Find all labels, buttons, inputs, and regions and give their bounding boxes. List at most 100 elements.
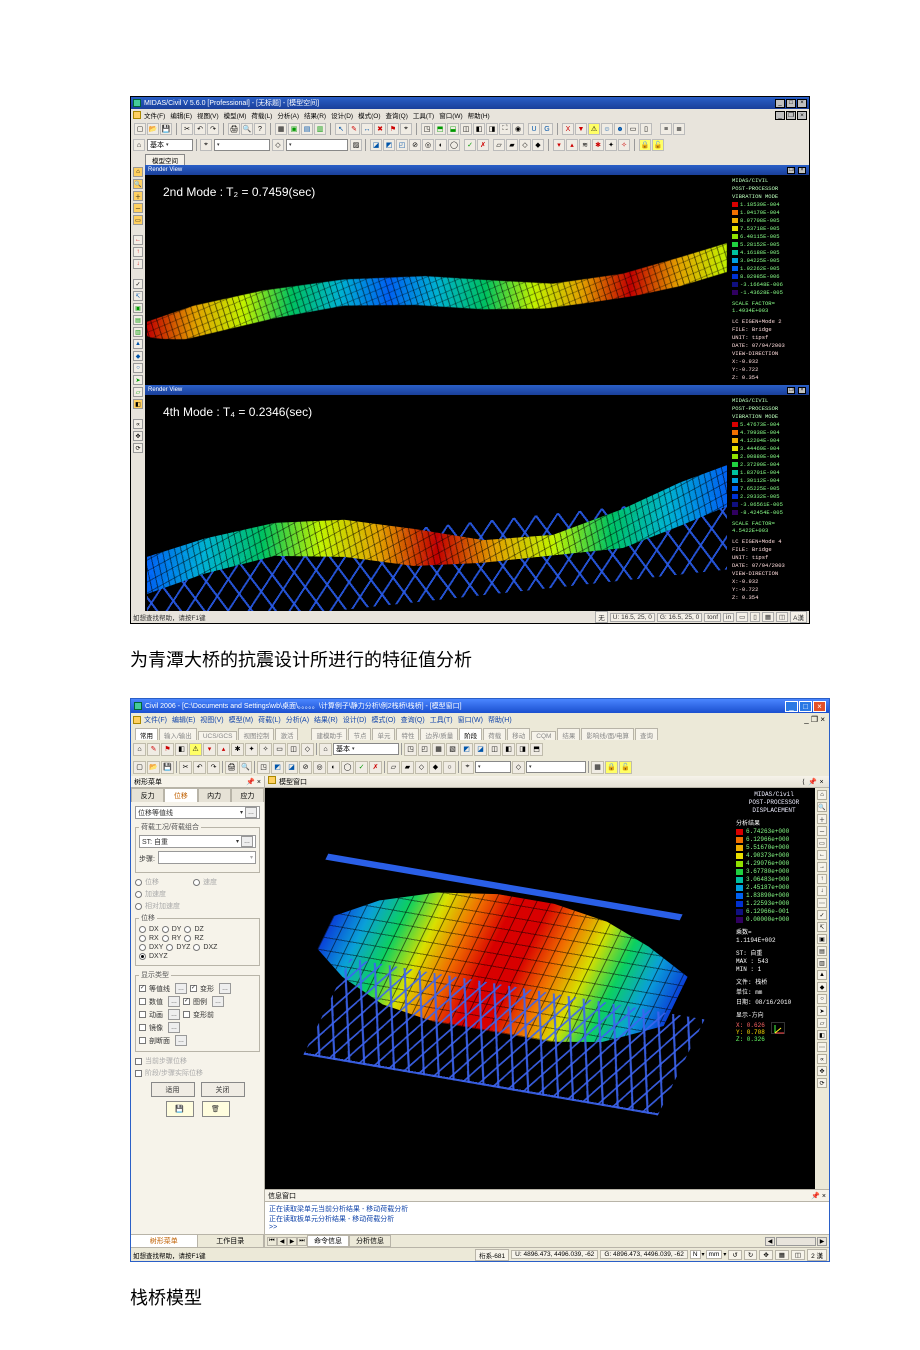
strip-tab[interactable]: 输入/输出 xyxy=(159,728,197,740)
unlock-icon[interactable]: 🔓 xyxy=(652,139,664,151)
strip-tab[interactable]: 查询 xyxy=(635,728,658,740)
status-grid[interactable]: ▦ xyxy=(762,612,774,622)
section-opts[interactable]: … xyxy=(175,1035,187,1046)
titlebar[interactable]: Civil 2006 - [C:\Documents and Settings\… xyxy=(131,699,829,713)
grid2-icon[interactable]: ▦ xyxy=(591,761,604,774)
check-icon[interactable]: ✓ xyxy=(355,761,368,774)
strip-tab[interactable]: 建模助手 xyxy=(311,728,347,740)
strip-tab[interactable]: UCS/GCS xyxy=(198,731,238,740)
f8-icon[interactable]: ◇ xyxy=(301,743,314,756)
print-icon[interactable]: 🖨 xyxy=(225,761,238,774)
loadcase-combo[interactable]: ST: 自重 ▾ … xyxy=(139,835,256,848)
filt5-icon[interactable]: ✦ xyxy=(605,139,617,151)
apply-button[interactable]: 适用 xyxy=(151,1082,195,1097)
strip-tab[interactable]: 节点 xyxy=(348,728,371,740)
rs-down-icon[interactable]: ↓ xyxy=(817,886,827,896)
hscroll-left[interactable]: ◀ xyxy=(765,1237,775,1246)
rs-zoomout-icon[interactable]: － xyxy=(817,826,827,836)
rs-cursor-icon[interactable]: ↸ xyxy=(817,922,827,932)
vs-rot2-icon[interactable]: ⟳ xyxy=(133,443,143,453)
deform-opts[interactable]: … xyxy=(219,983,231,994)
vs-pan-icon[interactable]: ✥ xyxy=(133,431,143,441)
sel3-icon[interactable]: ◇ xyxy=(415,761,428,774)
disp-type-combo[interactable]: 位移等值线 ▾ … xyxy=(135,806,260,819)
legend-opts[interactable]: … xyxy=(212,996,224,1007)
x-icon[interactable]: ✗ xyxy=(369,761,382,774)
workspace-tab-model[interactable]: 模型空间 xyxy=(145,154,185,165)
rs-up-icon[interactable]: ↑ xyxy=(817,874,827,884)
filt1-icon[interactable]: ▾ xyxy=(553,139,565,151)
radio-ry[interactable] xyxy=(162,935,169,942)
vs-home-icon[interactable]: ⌂ xyxy=(133,167,143,177)
close-button[interactable]: 关闭 xyxy=(201,1082,245,1097)
vs-check-icon[interactable]: ✓ xyxy=(133,279,143,289)
menu-design[interactable]: 设计(D) xyxy=(329,110,355,120)
iso1-icon[interactable]: ◪ xyxy=(370,139,382,151)
view-close-icon[interactable]: × xyxy=(798,167,806,174)
status-toggle[interactable]: ▭ xyxy=(736,612,748,622)
menu-model[interactable]: 模型(M) xyxy=(222,110,249,120)
iso3-icon[interactable]: ◰ xyxy=(396,139,408,151)
vs-zoomout-icon[interactable]: － xyxy=(133,203,143,213)
wire-icon[interactable]: ◯ xyxy=(448,139,460,151)
unlock-icon[interactable]: 🔓 xyxy=(619,761,632,774)
status-ortho-icon[interactable]: ◫ xyxy=(791,1250,805,1260)
msg-tab-analysis[interactable]: 分析信息 xyxy=(349,1235,391,1247)
open-icon[interactable]: 📂 xyxy=(147,123,159,135)
vs-left-icon[interactable]: ← xyxy=(133,235,143,245)
status-toggle2[interactable]: ▯ xyxy=(750,612,760,622)
msg-tab-cmd[interactable]: 命令信息 xyxy=(307,1235,349,1247)
menu-file[interactable]: 文件(F) xyxy=(142,715,169,725)
status-grid-icon[interactable]: ▦ xyxy=(775,1250,789,1260)
iso2-icon[interactable]: ◩ xyxy=(383,139,395,151)
radio-dy[interactable] xyxy=(162,926,169,933)
sel2-icon[interactable]: ▰ xyxy=(401,761,414,774)
shade-icon[interactable]: ◐ xyxy=(435,139,447,151)
mw-prev-icon[interactable]: ⟨ xyxy=(799,778,808,786)
persp2-icon[interactable]: ◨ xyxy=(486,123,498,135)
menu-query[interactable]: 查询(Q) xyxy=(383,110,409,120)
canvas-a[interactable]: 2nd Mode : T₂ = 0.7459(sec) xyxy=(145,175,729,385)
menu-help[interactable]: 帮助(H) xyxy=(486,715,514,725)
check2-icon[interactable]: ✗ xyxy=(477,139,489,151)
strip-tab[interactable]: 单元 xyxy=(372,728,395,740)
vs-plane-icon[interactable]: ▱ xyxy=(133,387,143,397)
vs-down-icon[interactable]: ↓ xyxy=(133,259,143,269)
canvas-b[interactable]: 4th Mode : T₄ = 0.2346(sec) xyxy=(145,395,729,611)
vs-tri-icon[interactable]: ▲ xyxy=(133,339,143,349)
ucs-icon[interactable]: U xyxy=(528,123,540,135)
radio-dyz[interactable] xyxy=(166,944,173,951)
radio-dxz[interactable] xyxy=(193,944,200,951)
strip-tab[interactable]: CQM xyxy=(531,731,556,740)
rs-arrow-icon[interactable]: ➤ xyxy=(817,1006,827,1016)
mdi-close-button[interactable]: × xyxy=(797,111,807,120)
status-ortho[interactable]: ◫ xyxy=(776,612,788,622)
view-restore-icon[interactable]: ❐ xyxy=(787,387,795,394)
status-unit-length[interactable]: mm xyxy=(706,1250,723,1259)
help-icon[interactable]: ? xyxy=(254,123,266,135)
v1-icon[interactable]: ◳ xyxy=(404,743,417,756)
mdi-restore-button[interactable]: ❐ xyxy=(786,111,796,120)
layer-combo[interactable]: ▾ xyxy=(526,761,586,773)
front-icon[interactable]: ⬓ xyxy=(447,123,459,135)
radio-dz[interactable] xyxy=(184,926,191,933)
v10-icon[interactable]: ⬒ xyxy=(530,743,543,756)
view-header-b[interactable]: Render View ❐ × xyxy=(145,385,809,395)
filt6-icon[interactable]: ✧ xyxy=(618,139,630,151)
menu-analysis[interactable]: 分析(A) xyxy=(275,110,301,120)
flag-icon[interactable]: ⚑ xyxy=(387,123,399,135)
menu-edit[interactable]: 编辑(E) xyxy=(170,715,197,725)
node-icon[interactable]: ▣ xyxy=(288,123,300,135)
v7-icon[interactable]: ◫ xyxy=(488,743,501,756)
view-close-icon[interactable]: × xyxy=(798,387,806,394)
tree-icon[interactable]: ⌂ xyxy=(133,139,145,151)
f4-icon[interactable]: ✦ xyxy=(245,743,258,756)
model-canvas[interactable] xyxy=(265,788,733,1189)
gcs-icon[interactable]: G xyxy=(541,123,553,135)
undo-icon[interactable]: ↶ xyxy=(194,123,206,135)
snap2-icon[interactable]: ◇ xyxy=(512,761,525,774)
iso-icon[interactable]: ◳ xyxy=(421,123,433,135)
sel4-icon[interactable]: ◆ xyxy=(429,761,442,774)
sel4-icon[interactable]: ◆ xyxy=(532,139,544,151)
iso3-icon[interactable]: ◪ xyxy=(285,761,298,774)
